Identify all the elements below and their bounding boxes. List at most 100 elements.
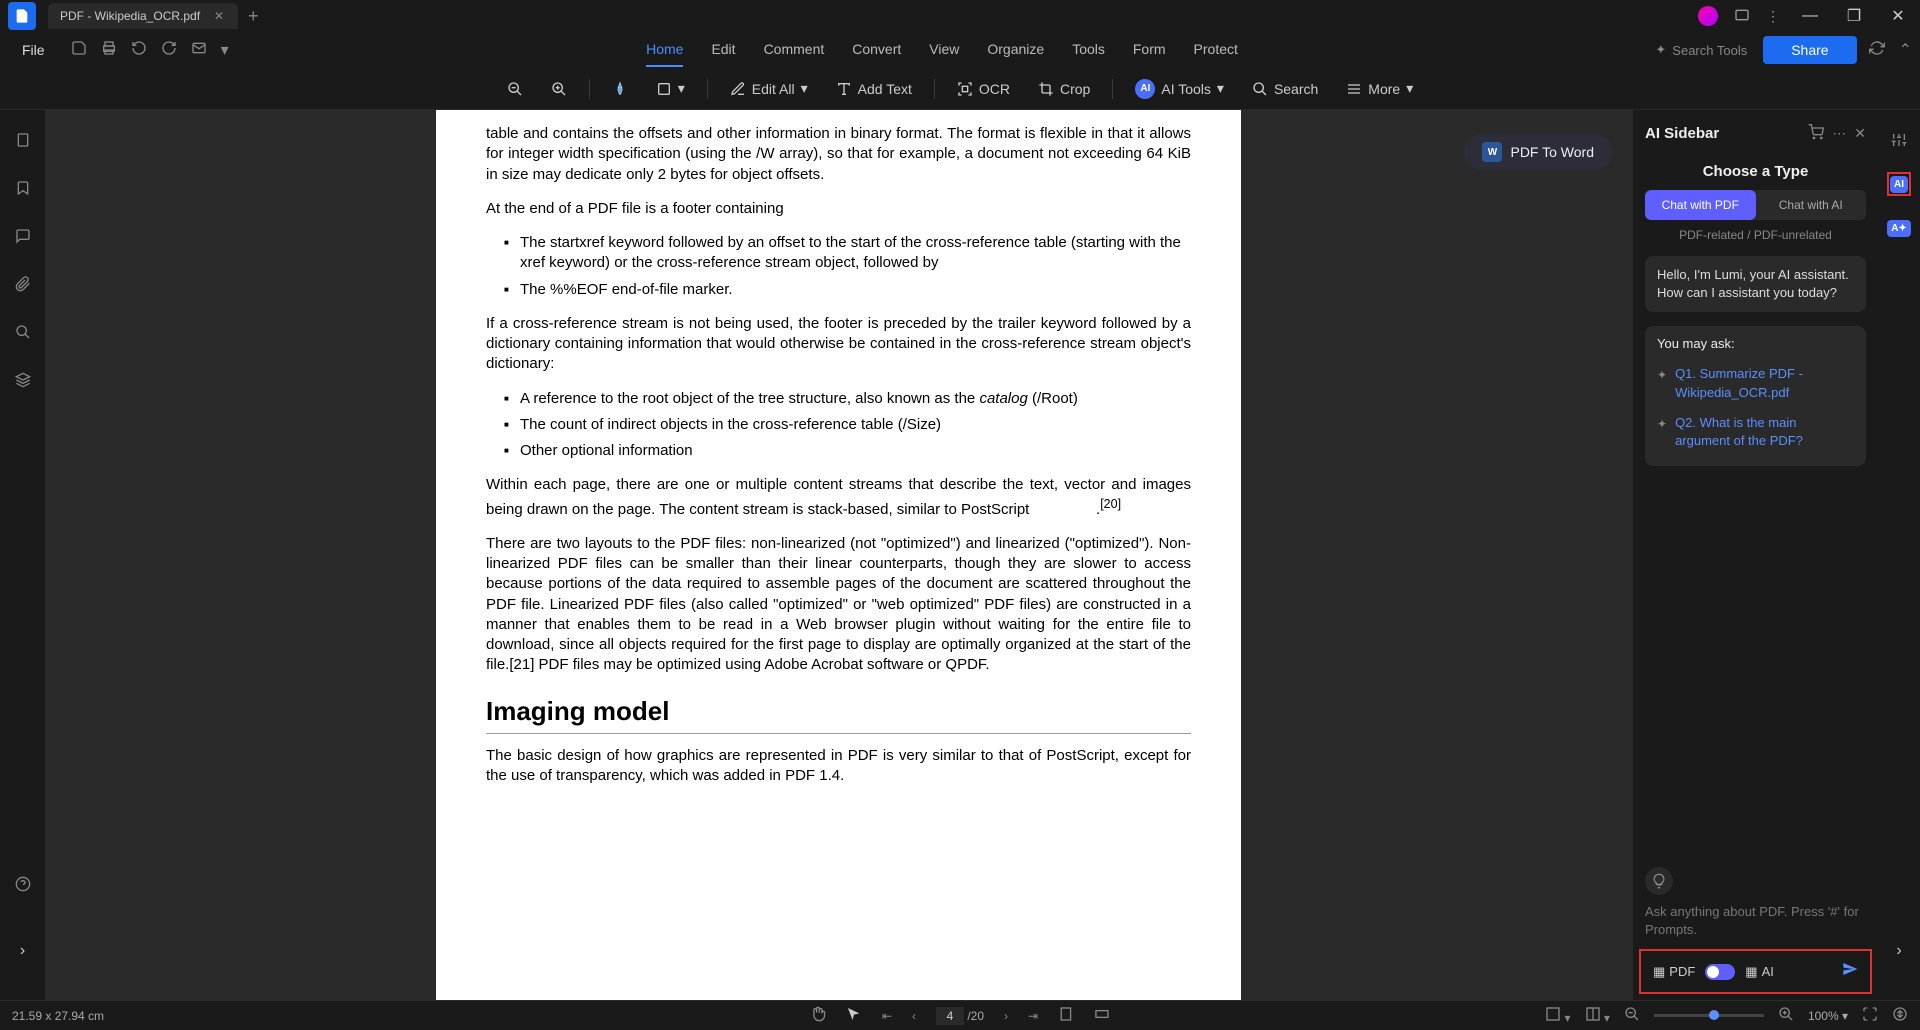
more-button[interactable]: More ▾ <box>1340 76 1419 101</box>
ai-mode-label: ▦ AI <box>1745 964 1774 980</box>
search-rail-icon[interactable] <box>13 322 33 342</box>
document-viewport[interactable]: table and contains the offsets and other… <box>45 110 1632 1000</box>
ai-sidebar: AI Sidebar ⋯ ✕ Choose a Type Chat with P… <box>1632 110 1878 1000</box>
search-tools[interactable]: ✦ Search Tools <box>1655 42 1747 58</box>
ai-tools-button[interactable]: AIAI Tools ▾ <box>1129 75 1230 103</box>
search-tools-label: Search Tools <box>1672 43 1747 58</box>
ai-rail-icon[interactable]: AI <box>1887 172 1911 196</box>
list-item: The count of indirect objects in the cro… <box>504 415 1191 435</box>
page-number-input[interactable] <box>936 1007 964 1025</box>
translate-icon[interactable]: A✦ <box>1887 216 1911 240</box>
collapse-icon[interactable]: ⌃ <box>1899 40 1912 61</box>
tab-organize[interactable]: Organize <box>987 33 1044 67</box>
last-page-icon[interactable]: ⇥ <box>1028 1009 1038 1023</box>
chat-with-ai-tab[interactable]: Chat with AI <box>1756 190 1867 220</box>
next-page-icon[interactable]: › <box>1004 1009 1008 1023</box>
list-item: A reference to the root object of the tr… <box>504 389 1191 409</box>
settings-icon[interactable] <box>1887 128 1911 152</box>
hand-tool-icon[interactable] <box>810 1006 826 1025</box>
dropdown-icon[interactable]: ▾ <box>221 40 229 61</box>
expand-left-rail-icon[interactable]: › <box>20 942 25 960</box>
document-tab[interactable]: PDF - Wikipedia_OCR.pdf ✕ <box>48 3 238 29</box>
pdf-page: table and contains the offsets and other… <box>436 110 1241 1000</box>
fit-width-icon[interactable] <box>1094 1006 1110 1025</box>
app-logo-icon <box>8 2 36 30</box>
view-mode-icon[interactable]: ▾ <box>1545 1006 1570 1025</box>
chat-with-pdf-tab[interactable]: Chat with PDF <box>1645 190 1756 220</box>
mail-icon[interactable] <box>191 40 207 61</box>
thumbnails-icon[interactable] <box>13 130 33 150</box>
redo-icon[interactable] <box>161 40 177 61</box>
fullscreen-icon[interactable] <box>1862 1006 1878 1025</box>
fit-page-icon[interactable] <box>1058 1006 1074 1025</box>
save-icon[interactable] <box>71 40 87 61</box>
tab-view[interactable]: View <box>929 33 959 67</box>
kebab-menu-icon[interactable]: ⋮ <box>1766 8 1780 25</box>
tab-convert[interactable]: Convert <box>852 33 901 67</box>
tab-edit[interactable]: Edit <box>711 33 735 67</box>
pdf-mode-label: ▦ PDF <box>1653 964 1695 980</box>
tab-comment[interactable]: Comment <box>764 33 825 67</box>
tab-tools[interactable]: Tools <box>1072 33 1105 67</box>
zoom-out-status-icon[interactable] <box>1624 1006 1640 1025</box>
menubar: File ▾ Home Edit Comment Convert View Or… <box>0 32 1920 68</box>
tab-protect[interactable]: Protect <box>1194 33 1238 67</box>
search-button[interactable]: Search <box>1246 77 1324 101</box>
print-icon[interactable] <box>101 40 117 61</box>
statusbar: 21.59 x 27.94 cm ⇤ ‹ /20 › ⇥ ▾ ▾ 100% ▾ <box>0 1000 1920 1030</box>
tab-home[interactable]: Home <box>646 33 683 67</box>
page-indicator: /20 <box>936 1007 984 1025</box>
sync-icon[interactable] <box>1869 40 1885 61</box>
attachments-icon[interactable] <box>13 274 33 294</box>
more-options-icon[interactable]: ⋯ <box>1832 125 1846 142</box>
list-item: The %%EOF end-of-file marker. <box>504 280 1191 300</box>
edit-all-button[interactable]: Edit All ▾ <box>724 76 814 101</box>
ai-input-placeholder[interactable]: Ask anything about PDF. Press '#' for Pr… <box>1645 903 1866 939</box>
maximize-button[interactable]: ❐ <box>1840 2 1868 30</box>
message-icon[interactable] <box>1734 7 1750 26</box>
help-icon[interactable] <box>13 874 33 894</box>
mode-toggle[interactable] <box>1705 964 1735 980</box>
paragraph: table and contains the offsets and other… <box>486 124 1191 185</box>
new-tab-button[interactable]: + <box>248 6 259 27</box>
zoom-in-status-icon[interactable] <box>1778 1006 1794 1025</box>
share-button[interactable]: Share <box>1763 36 1856 64</box>
ocr-button[interactable]: OCR <box>951 77 1016 101</box>
user-avatar[interactable] <box>1698 6 1718 26</box>
paragraph: If a cross-reference stream is not being… <box>486 314 1191 375</box>
zoom-out-button[interactable] <box>501 77 529 101</box>
layers-icon[interactable] <box>13 370 33 390</box>
tab-title: PDF - Wikipedia_OCR.pdf <box>60 9 200 23</box>
close-tab-icon[interactable]: ✕ <box>212 9 226 23</box>
select-tool-icon[interactable] <box>846 1006 862 1025</box>
zoom-in-button[interactable] <box>545 77 573 101</box>
first-page-icon[interactable]: ⇤ <box>882 1009 892 1023</box>
suggestion-q1[interactable]: ✦Q1. Summarize PDF - Wikipedia_OCR.pdf <box>1657 359 1854 407</box>
tab-form[interactable]: Form <box>1133 33 1166 67</box>
add-text-button[interactable]: Add Text <box>830 77 918 101</box>
read-mode-icon[interactable]: ▾ <box>1585 1006 1610 1025</box>
zoom-level[interactable]: 100% ▾ <box>1808 1009 1848 1023</box>
shape-button[interactable]: ▾ <box>650 76 691 101</box>
suggestion-q2[interactable]: ✦Q2. What is the main argument of the PD… <box>1657 408 1854 456</box>
comments-icon[interactable] <box>13 226 33 246</box>
minimize-button[interactable]: — <box>1796 2 1824 30</box>
bookmarks-icon[interactable] <box>13 178 33 198</box>
scroll-mode-icon[interactable] <box>1892 1006 1908 1025</box>
close-sidebar-icon[interactable]: ✕ <box>1854 125 1866 142</box>
close-window-button[interactable]: ✕ <box>1884 2 1912 30</box>
highlight-button[interactable] <box>606 77 634 101</box>
file-menu[interactable]: File <box>8 34 59 66</box>
prev-page-icon[interactable]: ‹ <box>912 1009 916 1023</box>
cart-icon[interactable] <box>1808 124 1824 143</box>
paragraph: At the end of a PDF file is a footer con… <box>486 199 1191 219</box>
pdf-to-word-button[interactable]: W PDF To Word <box>1464 134 1612 170</box>
bulb-icon[interactable] <box>1645 867 1673 895</box>
undo-icon[interactable] <box>131 40 147 61</box>
collapse-right-rail-icon[interactable]: › <box>1896 942 1901 960</box>
zoom-slider[interactable] <box>1654 1014 1764 1017</box>
toolbar: ▾ Edit All ▾ Add Text OCR Crop AIAI Tool… <box>0 68 1920 110</box>
crop-button[interactable]: Crop <box>1032 77 1096 101</box>
send-icon[interactable] <box>1842 961 1858 982</box>
paragraph: There are two layouts to the PDF files: … <box>486 534 1191 676</box>
